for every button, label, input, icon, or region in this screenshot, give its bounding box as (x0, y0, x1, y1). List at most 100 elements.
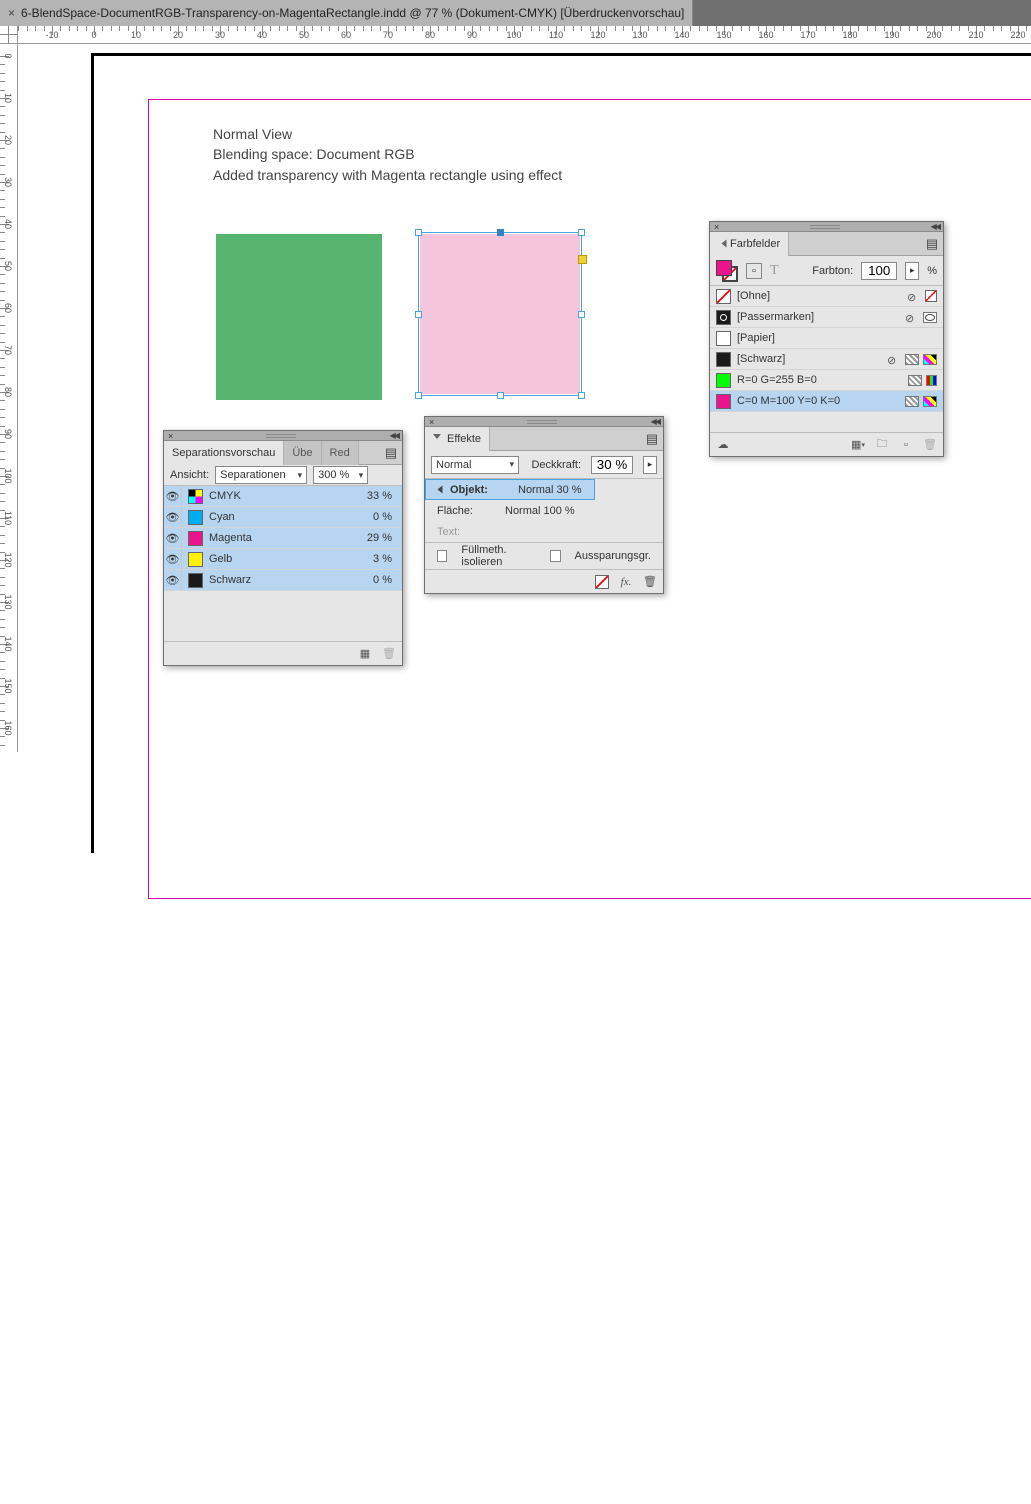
panel-tabs: Farbfelder ▤ (710, 232, 943, 256)
effect-target-value: Normal 100 % (505, 484, 575, 496)
ruler-origin[interactable] (0, 26, 18, 44)
close-icon[interactable]: × (429, 417, 434, 427)
swatch-name: [Papier] (737, 332, 775, 344)
cloud-icon[interactable]: ☁ (716, 438, 730, 452)
fill-stroke-proxy[interactable] (716, 260, 738, 282)
panel-footer: ▦ 🗑 (164, 641, 402, 665)
swatch-view-icon[interactable]: ▦▾ (851, 438, 865, 452)
ink-value: 3 % (373, 553, 396, 565)
separation-row[interactable]: 👁Magenta29 % (164, 528, 402, 549)
swatches-panel[interactable]: × ◀◀ Farbfelder ▤ ▫ T Farbton: ▸ % (709, 221, 944, 457)
opacity-slider-icon[interactable]: ▸ (643, 456, 657, 474)
ink-name: CMYK (209, 490, 241, 502)
green-rectangle[interactable] (216, 234, 382, 400)
isolate-label: Füllmeth. isolieren (461, 544, 536, 568)
visibility-icon[interactable]: 👁 (164, 528, 182, 548)
chevron-down-icon: ▾ (359, 470, 364, 481)
panel-tabs: Separationsvorschau Übe Red ▤ (164, 441, 402, 465)
new-swatch-icon[interactable]: ▫ (899, 438, 913, 452)
effects-mode-row: Normal▾ Deckkraft: ▸ (425, 451, 663, 479)
collapse-icon[interactable]: ◀◀ (390, 431, 398, 440)
ink-name: Cyan (209, 511, 235, 523)
separations-panel[interactable]: × ◀◀ Separationsvorschau Übe Red ▤ Ansic… (163, 430, 403, 666)
document-canvas[interactable]: Normal View Blending space: Document RGB… (18, 44, 1031, 752)
separation-row[interactable]: 👁Gelb3 % (164, 549, 402, 570)
swatch-row[interactable]: C=0 M=100 Y=0 K=0 (710, 391, 943, 412)
global-icon (905, 354, 919, 365)
tab-other[interactable]: Übe (284, 441, 321, 465)
swatch-row[interactable]: [Schwarz] (710, 349, 943, 370)
ink-swatch (188, 531, 203, 546)
swatch-name: C=0 M=100 Y=0 K=0 (737, 395, 840, 407)
panel-menu-icon[interactable]: ▤ (921, 236, 943, 252)
lock-icon (887, 354, 901, 365)
body-text-line: Normal View (213, 124, 562, 144)
ink-value: 0 % (373, 574, 396, 586)
separation-row[interactable]: 👁CMYK33 % (164, 486, 402, 507)
knockout-checkbox[interactable] (550, 550, 560, 562)
tint-input[interactable] (861, 262, 897, 280)
swatch-row[interactable]: [Ohne] (710, 286, 943, 307)
container-formatting-icon[interactable]: ▫ (746, 263, 762, 279)
collapse-icon[interactable]: ◀◀ (931, 222, 939, 231)
new-group-icon[interactable]: 🗀 (875, 438, 889, 452)
close-icon[interactable]: × (714, 222, 719, 232)
swatch-row[interactable]: [Passermarken] (710, 307, 943, 328)
panel-grip-bar[interactable]: × ◀◀ (425, 417, 663, 427)
effects-panel[interactable]: × ◀◀ Effekte ▤ Normal▾ Deckkraft: ▸ Obje… (424, 416, 664, 594)
opacity-label: Deckkraft: (531, 459, 581, 471)
opacity-input[interactable] (591, 456, 633, 474)
registration-icon (923, 312, 937, 323)
panel-menu-icon[interactable]: ▤ (641, 431, 663, 447)
tab-separations[interactable]: Separationsvorschau (164, 441, 284, 465)
swatch-name: [Ohne] (737, 290, 770, 302)
separation-row[interactable]: 👁Schwarz0 % (164, 570, 402, 591)
magenta-rectangle[interactable] (420, 234, 580, 394)
body-text-line: Blending space: Document RGB (213, 144, 562, 164)
fx-icon[interactable]: fx. (619, 575, 633, 589)
swatch-name: R=0 G=255 B=0 (737, 374, 817, 386)
effect-target-row[interactable]: Kontur:Normal 100 % (425, 479, 663, 500)
document-tab-bar: × 6-BlendSpace-DocumentRGB-Transparency-… (0, 0, 1031, 26)
effect-target-label: Text: (437, 526, 497, 538)
tab-effects[interactable]: Effekte (425, 427, 490, 451)
view-dropdown[interactable]: Separationen▾ (215, 466, 307, 484)
visibility-icon[interactable]: 👁 (164, 507, 182, 527)
panel-menu-icon[interactable]: ▤ (380, 445, 402, 461)
document-tab[interactable]: × 6-BlendSpace-DocumentRGB-Transparency-… (0, 0, 693, 26)
tab-other[interactable]: Red (322, 441, 359, 465)
visibility-icon[interactable]: 👁 (164, 570, 182, 590)
blend-mode-dropdown[interactable]: Normal▾ (431, 456, 519, 474)
panel-grip-bar[interactable]: × ◀◀ (710, 222, 943, 232)
trash-icon[interactable]: 🗑 (382, 647, 396, 661)
trash-icon[interactable]: 🗑 (643, 575, 657, 589)
text-formatting-icon[interactable]: T (770, 263, 779, 279)
global-icon (905, 396, 919, 407)
document-tab-title: 6-BlendSpace-DocumentRGB-Transparency-on… (21, 6, 684, 20)
swatch-row[interactable]: R=0 G=255 B=0 (710, 370, 943, 391)
tab-swatches[interactable]: Farbfelder (710, 232, 789, 256)
swatch-row[interactable]: [Papier] (710, 328, 943, 349)
collapse-icon[interactable]: ◀◀ (651, 417, 659, 426)
chevron-down-icon: ▾ (298, 470, 303, 481)
isolate-checkbox[interactable] (437, 550, 447, 562)
trash-icon[interactable]: 🗑 (923, 438, 937, 452)
disclosure-icon[interactable] (718, 240, 727, 248)
ink-swatch (188, 489, 203, 504)
close-icon[interactable]: × (168, 431, 173, 441)
panel-grip-bar[interactable]: × ◀◀ (164, 431, 402, 441)
visibility-icon[interactable]: 👁 (164, 486, 182, 506)
separation-row[interactable]: 👁 Cyan 0 % (164, 507, 402, 528)
disclosure-icon[interactable] (433, 434, 441, 443)
vertical-ruler[interactable]: 0102030405060708090100110120130140150160… (0, 44, 18, 752)
panel-footer: fx. 🗑 (425, 569, 663, 593)
horizontal-ruler[interactable]: -20-100102030405060708090100110120130140… (0, 26, 1031, 44)
ink-manager-icon[interactable]: ▦ (358, 647, 372, 661)
effect-target-row[interactable]: Fläche:Normal 100 % (425, 500, 663, 521)
clear-effects-icon[interactable] (595, 575, 609, 589)
tint-slider-icon[interactable]: ▸ (905, 262, 919, 280)
zoom-dropdown[interactable]: 300 %▾ (313, 466, 368, 484)
ink-value: 0 % (373, 511, 396, 523)
close-icon[interactable]: × (8, 6, 15, 20)
visibility-icon[interactable]: 👁 (164, 549, 182, 569)
